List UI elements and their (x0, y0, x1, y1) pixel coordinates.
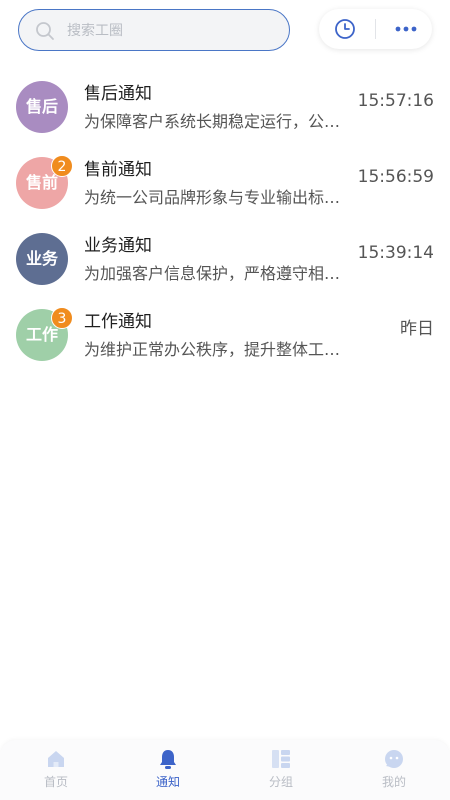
tab-label: 首页 (43, 775, 68, 789)
bell-icon (160, 750, 176, 769)
tab-label: 我的 (381, 775, 406, 789)
notification-item-after-sales[interactable]: 售后 售后通知 为保障客户系统长期稳定运行，公司现推出… 15:57:16 (0, 68, 450, 144)
notification-preview: 为统一公司品牌形象与专业输出标准，特此… (84, 188, 354, 207)
notification-list: 售后 售后通知 为保障客户系统长期稳定运行，公司现推出… 15:57:16 售前… (0, 68, 450, 372)
notification-preview: 为维护正常办公秩序，提升整体工作效率… (84, 340, 354, 359)
top-bar: 搜索工圈 (0, 0, 450, 62)
notification-title: 售前通知 (84, 160, 152, 180)
notification-item-pre-sales[interactable]: 售前 2 售前通知 为统一公司品牌形象与专业输出标准，特此… 15:56:59 (0, 144, 450, 220)
notification-item-work[interactable]: 工作 3 工作通知 为维护正常办公秩序，提升整体工作效率… 昨日 (0, 296, 450, 372)
header-actions (319, 9, 432, 49)
unread-badge: 2 (51, 155, 73, 177)
home-icon (48, 751, 64, 767)
notification-time: 15:56:59 (357, 167, 434, 187)
notification-time: 15:57:16 (357, 91, 434, 111)
notification-title: 工作通知 (84, 312, 152, 332)
avatar: 售后 (16, 81, 68, 133)
search-placeholder: 搜索工圈 (67, 23, 123, 39)
notification-preview: 为保障客户系统长期稳定运行，公司现推出… (84, 112, 354, 131)
notification-time: 昨日 (400, 319, 434, 339)
profile-icon (385, 750, 403, 768)
group-icon (272, 750, 290, 768)
clock-icon[interactable] (334, 18, 356, 40)
tab-groups[interactable]: 分组 (225, 748, 337, 800)
avatar: 业务 (16, 233, 68, 285)
actions-divider (375, 19, 376, 39)
notification-preview: 为加强客户信息保护，严格遵守相关法规… (84, 264, 354, 283)
more-icon[interactable] (393, 19, 419, 39)
bottom-tab-bar: 首页 通知 分组 我的 (0, 740, 450, 800)
search-input[interactable]: 搜索工圈 (18, 9, 290, 51)
notification-title: 售后通知 (84, 84, 152, 104)
tab-home[interactable]: 首页 (0, 748, 112, 800)
tab-label: 通知 (155, 775, 180, 789)
notification-time: 15:39:14 (357, 243, 434, 263)
search-icon (36, 22, 54, 40)
tab-notifications[interactable]: 通知 (112, 748, 224, 800)
tab-profile[interactable]: 我的 (338, 748, 450, 800)
notification-title: 业务通知 (84, 236, 152, 256)
tab-label: 分组 (268, 775, 293, 789)
notification-item-business[interactable]: 业务 业务通知 为加强客户信息保护，严格遵守相关法规… 15:39:14 (0, 220, 450, 296)
unread-badge: 3 (51, 307, 73, 329)
